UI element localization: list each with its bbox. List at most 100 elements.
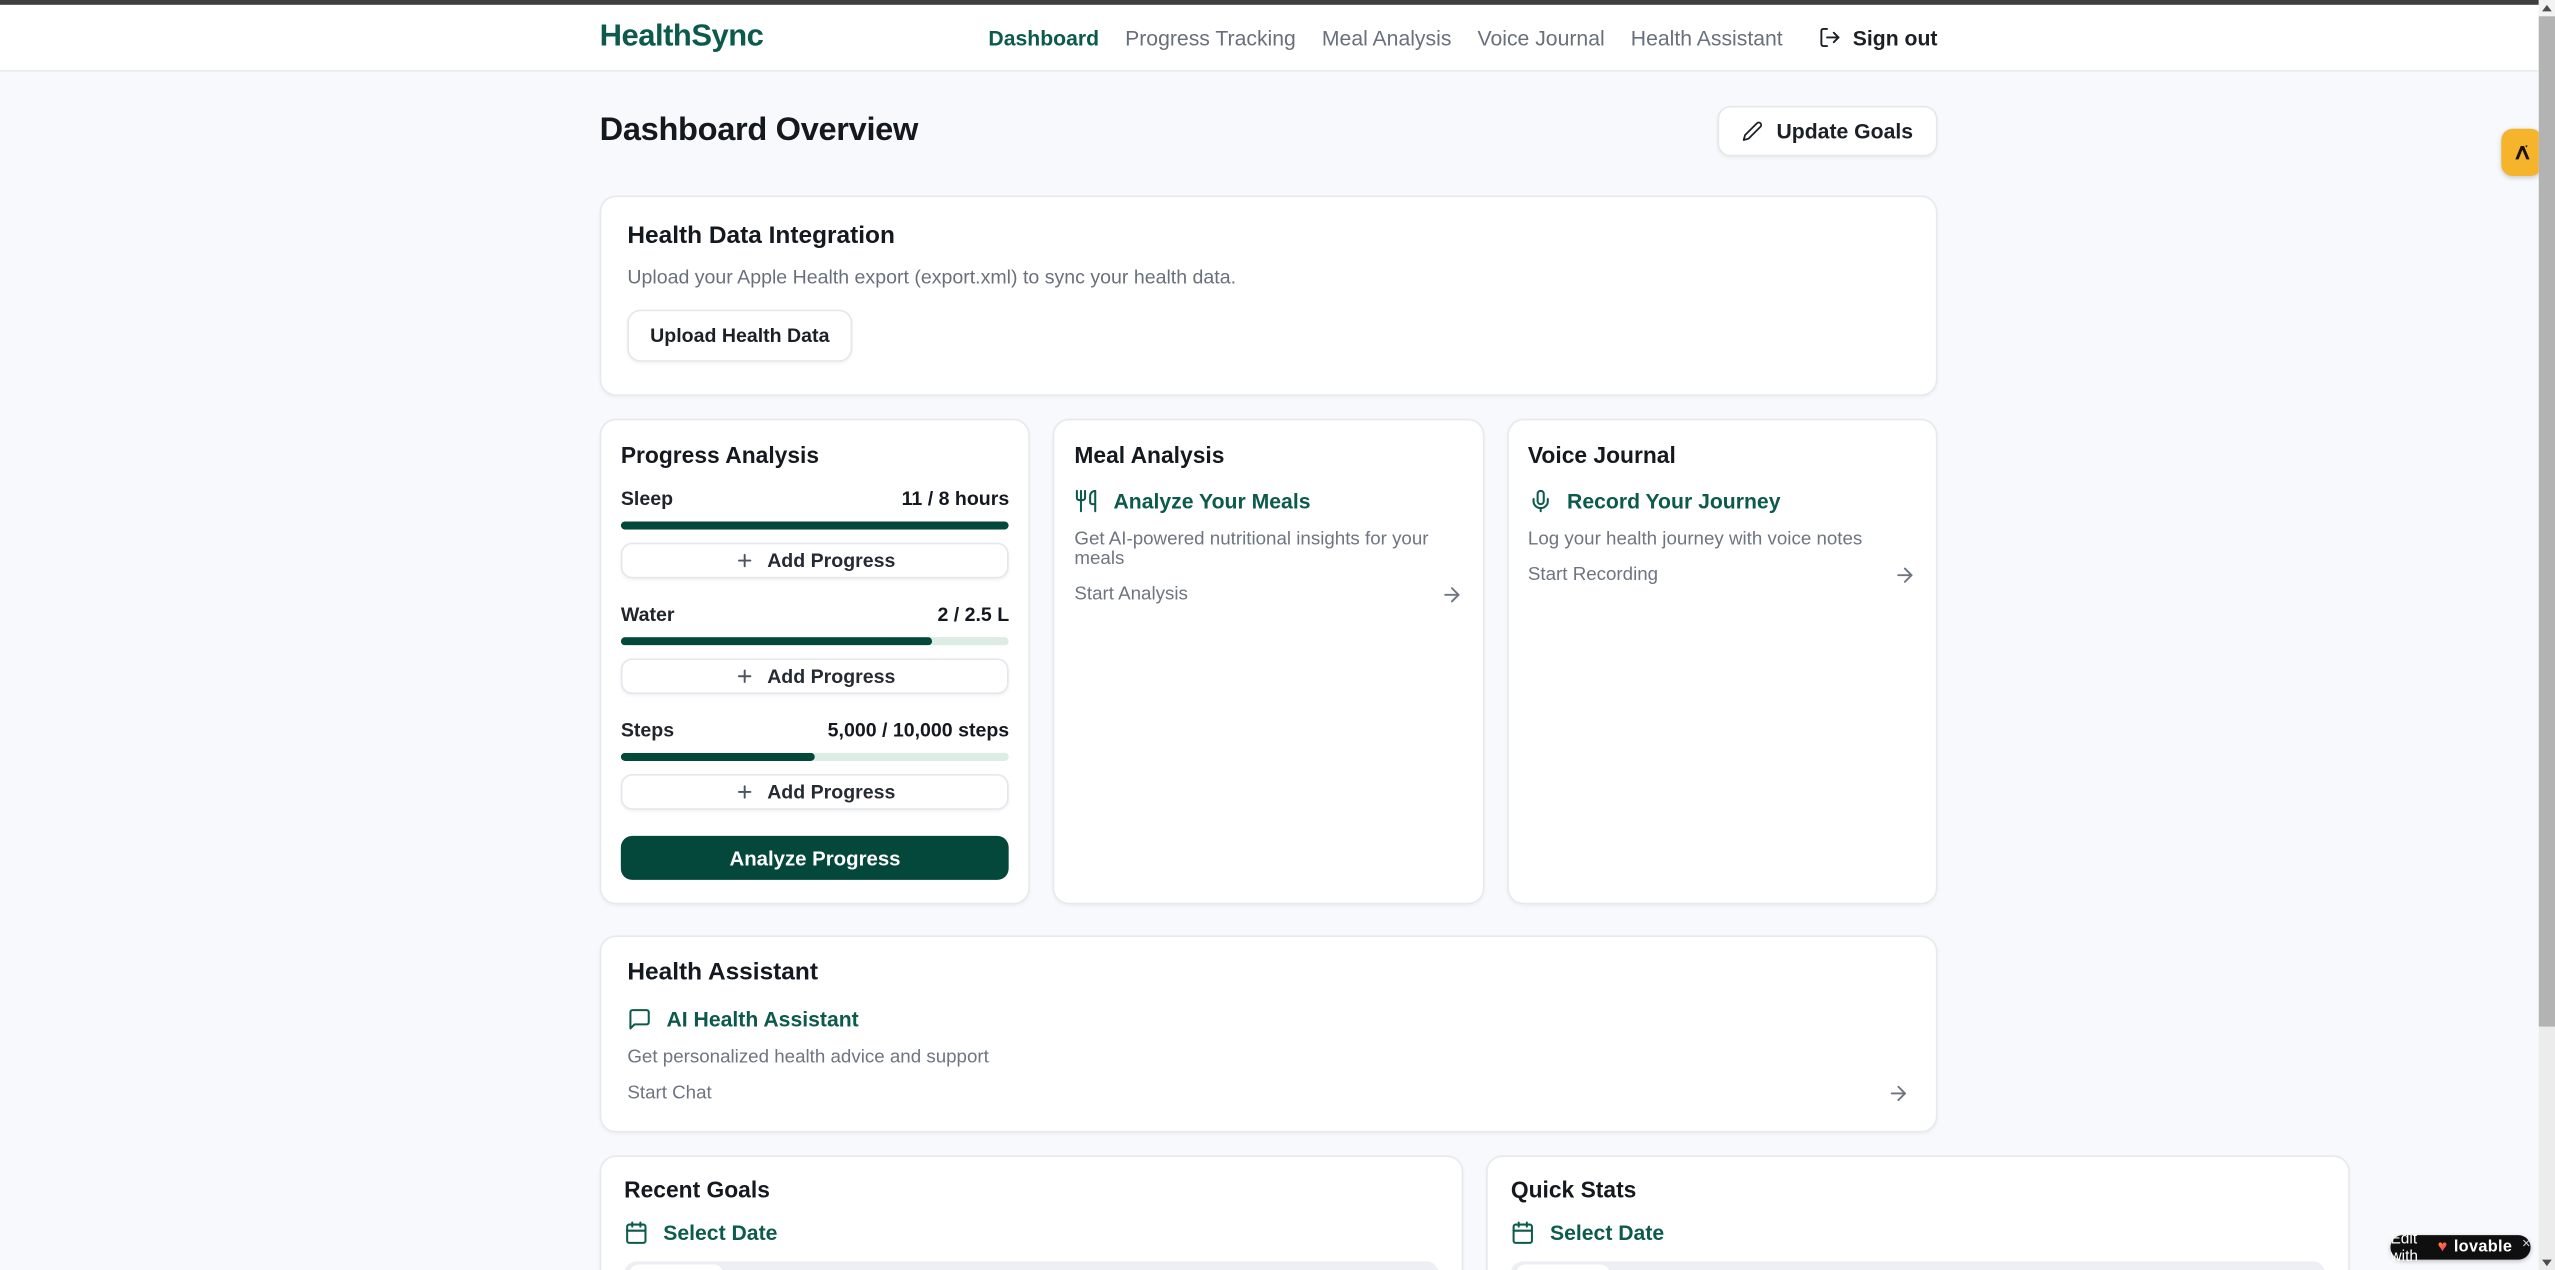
chat-bubble-icon xyxy=(627,1007,651,1031)
edit-with-lovable-badge[interactable]: Edit with ♥ lovable × xyxy=(2390,1235,2530,1259)
upload-health-data-button[interactable]: Upload Health Data xyxy=(627,310,852,362)
health-assistant-card: Health Assistant AI Health Assistant Get… xyxy=(600,935,1938,1132)
recent-goals-select-date[interactable]: Select Date xyxy=(624,1220,1439,1244)
nav-meal-analysis[interactable]: Meal Analysis xyxy=(1322,25,1452,49)
voice-journal-card: Voice Journal Record Your Journey Log yo… xyxy=(1507,419,1938,905)
tab-yesterday[interactable]: Yesterday xyxy=(723,1264,831,1270)
analyze-your-meals-link[interactable]: Analyze Your Meals xyxy=(1074,489,1462,513)
scrollbar-up-arrow[interactable] xyxy=(2538,0,2555,16)
tab-yesterday[interactable]: Yesterday xyxy=(1610,1264,1718,1270)
nav-progress-tracking[interactable]: Progress Tracking xyxy=(1125,25,1296,49)
add-progress-water-button[interactable]: Add Progress xyxy=(621,658,1009,694)
sleep-progress-bar xyxy=(621,521,1009,529)
metric-steps-label: Steps xyxy=(621,719,674,742)
record-your-journey-label: Record Your Journey xyxy=(1567,489,1780,513)
microphone-icon xyxy=(1528,489,1552,513)
progress-analysis-card: Progress Analysis Sleep 11 / 8 hours Add… xyxy=(600,419,1031,905)
ai-health-assistant-label: AI Health Assistant xyxy=(666,1007,858,1031)
browser-viewport: HealthSync Dashboard Progress Tracking M… xyxy=(0,0,2555,1270)
update-goals-label: Update Goals xyxy=(1776,119,1913,143)
tab-today[interactable]: Today xyxy=(629,1264,723,1270)
tab-wed-jan-29[interactable]: Wed, Jan 29 xyxy=(2068,1264,2198,1270)
metric-water-value: 2 / 2.5 L xyxy=(937,603,1009,626)
arrow-right-icon xyxy=(1893,564,1916,587)
record-your-journey-link[interactable]: Record Your Journey xyxy=(1528,489,1916,513)
amber-widget-button[interactable] xyxy=(2501,129,2542,176)
tab-tue-jan-28[interactable]: Tue, Jan 28 xyxy=(1311,1264,1434,1270)
nav-dashboard[interactable]: Dashboard xyxy=(988,25,1099,49)
tab-sat-feb-1[interactable]: Sat, Feb 1 xyxy=(1718,1264,1830,1270)
page: HealthSync Dashboard Progress Tracking M… xyxy=(0,0,2555,1270)
quick-stats-card: Quick Stats Select Date Today Yesterday … xyxy=(1486,1155,2350,1270)
plus-icon xyxy=(735,666,755,686)
recent-goals-date-tabs: Today Yesterday Sat, Feb 1 Fri, Jan 31 T… xyxy=(624,1261,1439,1270)
steps-progress-bar xyxy=(621,753,1009,761)
main-content: Dashboard Overview Update Goals Health D… xyxy=(0,72,2555,1270)
scrollbar-thumb[interactable] xyxy=(2538,16,2555,1026)
tab-wed-jan-29[interactable]: Wed, Jan 29 xyxy=(1181,1264,1311,1270)
edit-badge-brand: lovable xyxy=(2454,1238,2512,1256)
recent-goals-card: Recent Goals Select Date Today Yesterday… xyxy=(600,1155,1464,1270)
metric-sleep: Sleep 11 / 8 hours Add Progress xyxy=(621,487,1009,578)
start-chat-link[interactable]: Start Chat xyxy=(627,1082,1909,1105)
app-header: HealthSync Dashboard Progress Tracking M… xyxy=(0,5,2555,72)
metric-sleep-value: 11 / 8 hours xyxy=(902,487,1010,510)
tab-fri-jan-31[interactable]: Fri, Jan 31 xyxy=(943,1264,1057,1270)
health-data-title: Health Data Integration xyxy=(627,222,1909,250)
nav-health-assistant[interactable]: Health Assistant xyxy=(1631,25,1783,49)
plus-icon xyxy=(735,551,755,571)
utensils-icon xyxy=(1074,489,1098,513)
scrollbar-down-arrow[interactable] xyxy=(2538,1254,2555,1270)
add-progress-steps-button[interactable]: Add Progress xyxy=(621,774,1009,810)
nav-voice-journal[interactable]: Voice Journal xyxy=(1477,25,1604,49)
start-recording-link[interactable]: Start Recording xyxy=(1528,564,1916,587)
calendar-icon xyxy=(1511,1220,1535,1244)
sign-out-button[interactable]: Sign out xyxy=(1819,25,1938,49)
meal-analysis-title: Meal Analysis xyxy=(1074,442,1462,468)
water-progress-bar xyxy=(621,637,1009,645)
pencil-icon xyxy=(1742,121,1763,142)
voice-journal-title: Voice Journal xyxy=(1528,442,1916,468)
tab-fri-jan-31[interactable]: Fri, Jan 31 xyxy=(1830,1264,1944,1270)
start-chat-label: Start Chat xyxy=(627,1084,711,1104)
metric-sleep-label: Sleep xyxy=(621,487,673,510)
tab-thu-jan-30[interactable]: Thu, Jan 30 xyxy=(1944,1264,2068,1270)
health-assistant-title: Health Assistant xyxy=(627,958,1909,986)
metric-steps-value: 5,000 / 10,000 steps xyxy=(828,719,1010,742)
add-progress-label: Add Progress xyxy=(767,781,895,804)
quick-stats-select-date[interactable]: Select Date xyxy=(1511,1220,2326,1244)
badge-close-icon[interactable]: × xyxy=(2522,1234,2531,1250)
health-data-integration-card: Health Data Integration Upload your Appl… xyxy=(600,196,1938,396)
quick-stats-title: Quick Stats xyxy=(1511,1176,2326,1202)
plus-icon xyxy=(735,782,755,802)
tab-tue-jan-28[interactable]: Tue, Jan 28 xyxy=(2198,1264,2321,1270)
tab-today[interactable]: Today xyxy=(1516,1264,1610,1270)
analyze-progress-button[interactable]: Analyze Progress xyxy=(621,836,1009,880)
meal-analysis-card: Meal Analysis Analyze Your Meals Get AI-… xyxy=(1053,419,1484,905)
main-nav: Dashboard Progress Tracking Meal Analysi… xyxy=(988,25,1937,49)
amber-a-logo-icon xyxy=(2510,141,2533,164)
add-progress-label: Add Progress xyxy=(767,665,895,688)
calendar-icon xyxy=(624,1220,648,1244)
health-assistant-description: Get personalized health advice and suppo… xyxy=(627,1048,1909,1068)
tab-thu-jan-30[interactable]: Thu, Jan 30 xyxy=(1057,1264,1181,1270)
sign-out-label: Sign out xyxy=(1853,25,1938,49)
add-progress-label: Add Progress xyxy=(767,549,895,572)
ai-health-assistant-link[interactable]: AI Health Assistant xyxy=(627,1007,1909,1031)
recent-goals-title: Recent Goals xyxy=(624,1176,1439,1202)
select-date-label: Select Date xyxy=(1550,1220,1664,1244)
analyze-your-meals-label: Analyze Your Meals xyxy=(1113,489,1310,513)
scrollbar[interactable] xyxy=(2538,0,2555,1270)
metric-water: Water 2 / 2.5 L Add Progress xyxy=(621,603,1009,694)
logout-icon xyxy=(1819,26,1842,49)
tab-sat-feb-1[interactable]: Sat, Feb 1 xyxy=(831,1264,943,1270)
update-goals-button[interactable]: Update Goals xyxy=(1718,106,1938,157)
start-analysis-link[interactable]: Start Analysis xyxy=(1074,583,1462,606)
add-progress-sleep-button[interactable]: Add Progress xyxy=(621,543,1009,579)
meal-analysis-description: Get AI-powered nutritional insights for … xyxy=(1074,530,1462,569)
page-title: Dashboard Overview xyxy=(600,112,918,149)
metric-water-label: Water xyxy=(621,603,675,626)
quick-stats-date-tabs: Today Yesterday Sat, Feb 1 Fri, Jan 31 T… xyxy=(1511,1261,2326,1270)
select-date-label: Select Date xyxy=(663,1220,777,1244)
arrow-right-icon xyxy=(1887,1082,1910,1105)
